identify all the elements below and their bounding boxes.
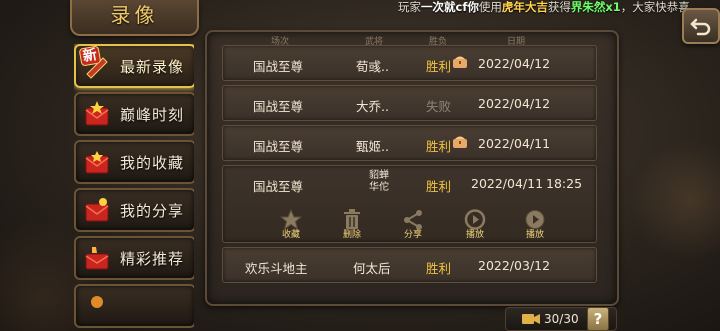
ticker-reward: 界朱然x1 [570,0,621,14]
red-envelope-star-icon [82,147,112,177]
full-play-label: 播放 [525,230,544,240]
replay-list-panel[interactable]: 场次 武将 胜负 日期 国战至尊 荀彧.. 胜利 2022/04/12 国战至尊… [205,30,619,306]
help-button[interactable]: ? [587,307,609,331]
table-row[interactable]: 国战至尊 荀彧.. 胜利 2022/04/12 [222,45,597,81]
row-result: 胜利 [426,59,452,74]
table-row[interactable]: 国战至尊 大乔.. 失败 2022/04/12 [222,85,597,121]
row-mode: 国战至尊 [253,59,304,74]
row-general: 甄姬.. [356,139,389,154]
play-label: 播放 [465,230,484,240]
row-result: 失败 [426,99,452,114]
row-date: 2022/04/11 [471,176,544,191]
row-general: 何太后 [353,261,391,276]
chest-icon [452,55,468,72]
back-arrow-icon [690,18,711,36]
row-date: 2022/04/12 [478,56,551,71]
full-play-icon [522,208,548,230]
sidebar-item-label: 我的收藏 [120,153,185,172]
row-general: 大乔.. [356,99,389,114]
table-row[interactable]: 欢乐斗地主 何太后 胜利 2022/03/12 [222,247,597,283]
table-row-expanded[interactable]: 国战至尊 貂蝉 华佗 胜利 2022/04/11 18:25 收藏 删除 分享 … [222,165,597,243]
share-icon [400,208,426,230]
sidebar-item-shares[interactable]: 我的分享 [74,188,194,232]
sidebar-item-label: 巅峰时刻 [120,105,185,124]
favorite-label: 收藏 [281,230,300,240]
sidebar-item-peak[interactable]: 巅峰时刻 [74,92,194,136]
ticker-player: 一次就cf你 [421,0,479,14]
sidebar-item-more[interactable] [74,284,194,328]
video-icon [522,314,540,324]
red-envelope-icon [82,291,112,321]
row-result: 胜利 [426,261,452,276]
row-result: 胜利 [426,179,452,194]
row-date: 2022/04/12 [478,96,551,111]
play-icon [462,208,488,230]
trash-icon [339,208,365,230]
sidebar-item-latest[interactable]: 新 最新录像 [74,44,194,88]
ticker-mid: 使用 [478,0,502,14]
row-general: 荀彧.. [356,59,389,74]
new-badge: 新 [78,45,102,67]
back-button[interactable] [682,8,720,44]
row-date: 2022/03/12 [478,258,551,273]
chest-icon [452,135,468,152]
row-generals: 貂蝉 华佗 [369,170,389,194]
row-time: 18:25 [546,176,583,191]
row-date: 2022/04/11 [478,136,551,151]
ticker-item: 虎年大吉 [501,0,548,14]
red-envelope-icon [82,195,112,225]
replay-count: 30/30 [544,312,579,326]
row-general-2: 华佗 [369,182,389,193]
announcement-ticker: 玩家一次就cf你使用虎年大吉获得界朱然x1，大家快恭喜 [398,0,720,14]
sidebar-item-label: 精彩推荐 [120,249,185,268]
red-envelope-thumb-icon [82,243,112,273]
sidebar-item-label: 最新录像 [120,57,185,76]
ticker-mid2: 获得 [547,0,571,14]
red-envelope-star-icon [82,99,112,129]
favorite-button[interactable]: 收藏 [271,208,311,241]
share-label: 分享 [403,230,422,240]
delete-button[interactable]: 删除 [332,208,372,241]
full-view-play-button[interactable]: 播放 [515,208,555,241]
page-title: 录像 [110,3,159,27]
sidebar: 新 最新录像 巅峰时刻 我的收藏 我的分享 精彩推荐 [74,44,194,331]
table-row[interactable]: 国战至尊 甄姬.. 胜利 2022/04/11 [222,125,597,161]
share-button[interactable]: 分享 [393,208,433,241]
row-mode: 国战至尊 [253,99,304,114]
delete-label: 删除 [342,230,361,240]
star-icon [278,208,304,230]
play-button[interactable]: 播放 [455,208,495,241]
row-general-1: 貂蝉 [369,170,389,181]
row-actions: 收藏 删除 分享 播放 播放 [223,208,596,242]
sidebar-item-recommend[interactable]: 精彩推荐 [74,236,194,280]
ticker-prefix: 玩家 [398,0,421,14]
row-mode: 欢乐斗地主 [245,261,308,276]
sidebar-item-favorites[interactable]: 我的收藏 [74,140,194,184]
row-mode: 国战至尊 [253,139,304,154]
title-tab: 录像 [70,0,199,36]
ticker-suffix: ，大家快恭喜 [620,0,690,14]
row-mode: 国战至尊 [253,179,304,194]
sidebar-item-label: 我的分享 [120,201,185,220]
row-result: 胜利 [426,139,452,154]
